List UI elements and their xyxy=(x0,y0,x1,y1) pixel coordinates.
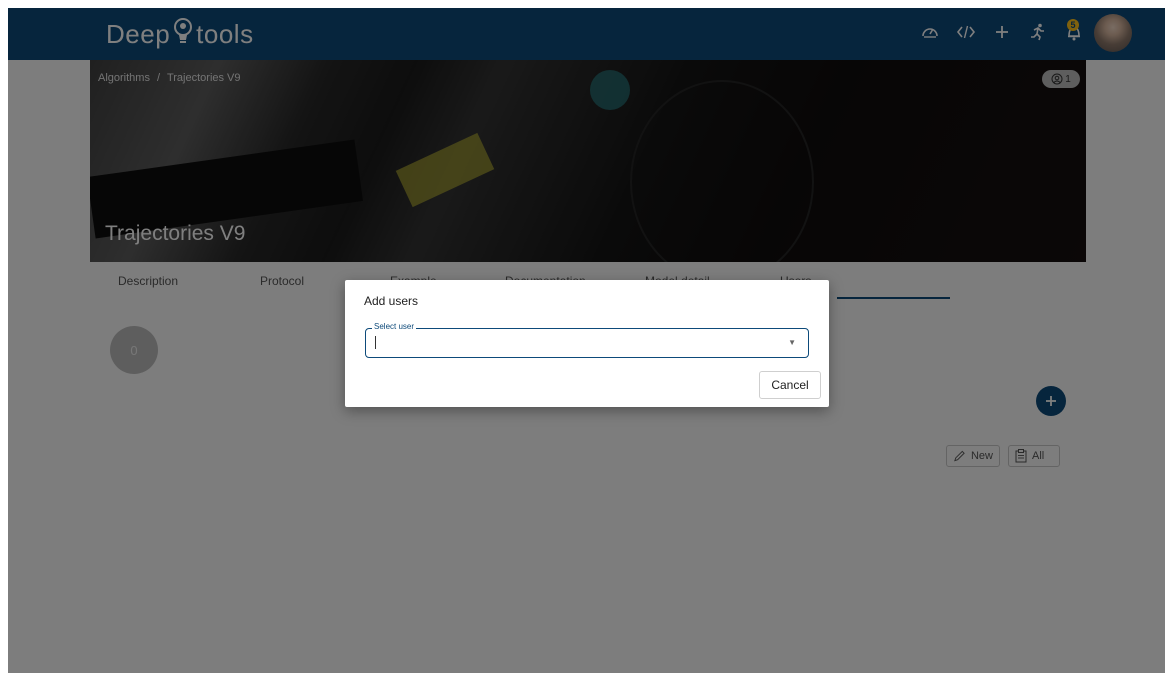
add-users-dialog: Add users Select user ▼ Cancel xyxy=(345,280,829,407)
select-user-field[interactable]: Select user ▼ xyxy=(365,322,809,358)
text-cursor xyxy=(375,336,376,349)
chevron-down-icon[interactable]: ▼ xyxy=(788,338,796,347)
cancel-button[interactable]: Cancel xyxy=(759,371,821,399)
app-frame: Deep tools xyxy=(8,8,1165,673)
dialog-title: Add users xyxy=(364,294,419,308)
select-user-label: Select user xyxy=(372,322,417,331)
